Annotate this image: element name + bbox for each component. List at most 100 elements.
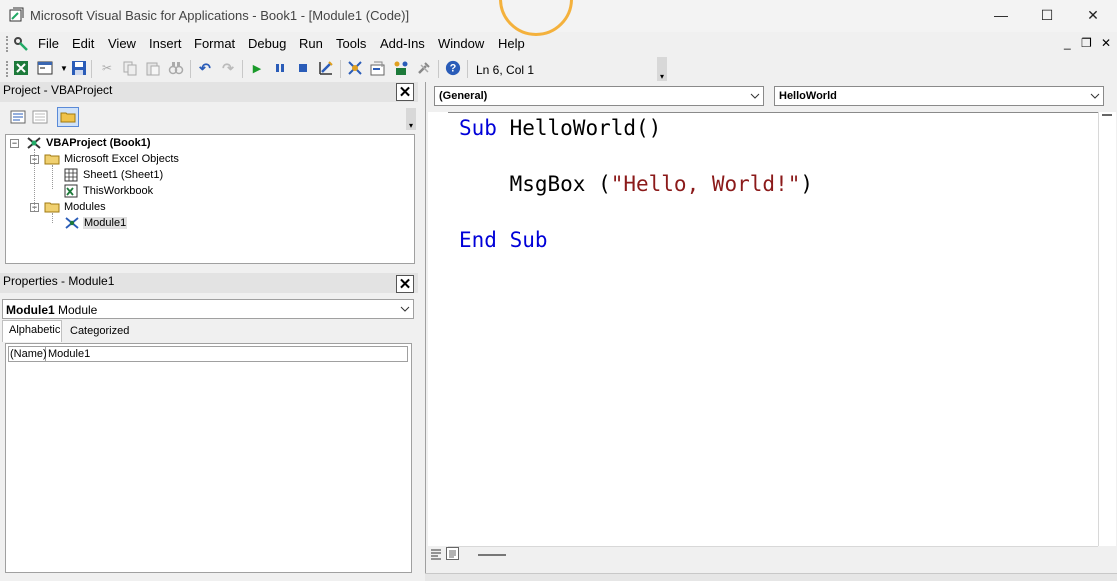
- code-editor[interactable]: Sub HelloWorld() MsgBox ("Hello, World!"…: [448, 112, 1098, 547]
- property-value-cell[interactable]: Module1: [46, 346, 408, 362]
- properties-object-select[interactable]: Module1 Module: [2, 299, 414, 319]
- horizontal-scroll-thumb[interactable]: [478, 554, 506, 556]
- tree-sheet1[interactable]: Sheet1 (Sheet1): [83, 169, 163, 181]
- menu-format[interactable]: Format: [194, 36, 235, 51]
- project-pane-header: Project - VBAProject ✕: [0, 82, 418, 102]
- properties-pane-title: Properties - Module1: [3, 274, 115, 288]
- find-icon[interactable]: [168, 60, 184, 76]
- mdi-minimize-button[interactable]: _: [1064, 36, 1071, 50]
- full-module-view-icon[interactable]: [446, 547, 459, 560]
- code-horizontal-scrollbar[interactable]: [448, 546, 1098, 564]
- cut-icon[interactable]: ✂: [99, 60, 115, 76]
- procedure-combo-value: HelloWorld: [779, 90, 837, 102]
- code-vertical-scrollbar[interactable]: [1098, 112, 1116, 546]
- code-line-5: End Sub: [459, 228, 548, 252]
- collapse-icon[interactable]: −: [10, 139, 19, 148]
- tab-alphabetic-label: Alphabetic: [9, 324, 61, 336]
- property-value: Module1: [48, 348, 91, 360]
- break-icon[interactable]: [272, 60, 288, 76]
- mdi-restore-button[interactable]: ❐: [1081, 36, 1092, 50]
- vbaproject-icon: [26, 136, 42, 150]
- msgbox-call: MsgBox (: [459, 172, 611, 196]
- help-icon[interactable]: ?: [445, 60, 461, 76]
- menu-debug[interactable]: Debug: [248, 36, 286, 51]
- standard-toolbar: ▼ ✂ ↶ ↷ ▶ ? ▾: [0, 57, 668, 81]
- procedure-combo[interactable]: HelloWorld: [774, 86, 1104, 106]
- insert-dropdown-icon[interactable]: ▼: [56, 60, 72, 76]
- object-type: Module: [58, 303, 98, 317]
- object-combo-value: (General): [439, 90, 488, 102]
- scroll-split-handle[interactable]: [1102, 114, 1112, 116]
- tree-modules[interactable]: Modules: [64, 201, 106, 213]
- menu-help[interactable]: Help: [498, 36, 525, 51]
- property-name: (Name): [10, 348, 47, 360]
- view-excel-icon[interactable]: [13, 60, 29, 76]
- menu-insert[interactable]: Insert: [149, 36, 182, 51]
- maximize-button[interactable]: ☐: [1024, 0, 1070, 30]
- toolbox-icon[interactable]: [416, 60, 432, 76]
- view-code-icon[interactable]: [10, 110, 26, 124]
- properties-close-button[interactable]: ✕: [396, 275, 414, 293]
- menu-run[interactable]: Run: [299, 36, 323, 51]
- properties-grid: (Name) Module1: [5, 343, 412, 573]
- menu-window[interactable]: Window: [438, 36, 484, 51]
- properties-window-icon[interactable]: [370, 60, 386, 76]
- keyword-sub: Sub: [459, 116, 497, 140]
- insert-userform-icon[interactable]: [37, 60, 53, 76]
- toolbar-separator: [438, 60, 439, 78]
- view-object-icon[interactable]: [32, 110, 48, 124]
- reset-icon[interactable]: [295, 60, 311, 76]
- module-icon: [64, 216, 80, 230]
- object-name: Module1: [6, 303, 55, 317]
- tab-categorized-label: Categorized: [70, 325, 130, 337]
- mdi-close-button[interactable]: ✕: [1101, 36, 1111, 50]
- run-icon[interactable]: ▶: [249, 60, 265, 76]
- folder-icon: [44, 201, 60, 213]
- code-margin-indicator-bar[interactable]: [428, 112, 449, 546]
- toolbar-separator: [467, 60, 468, 78]
- menu-file[interactable]: File: [38, 36, 59, 51]
- save-icon[interactable]: [71, 60, 87, 76]
- menu-tools[interactable]: Tools: [336, 36, 366, 51]
- undo-icon[interactable]: ↶: [197, 60, 213, 76]
- tab-alphabetic[interactable]: Alphabetic: [2, 320, 62, 342]
- tree-connector: [34, 149, 35, 211]
- tab-categorized[interactable]: Categorized: [64, 321, 134, 341]
- code-line-1: Sub HelloWorld(): [459, 116, 661, 140]
- toggle-folders-icon[interactable]: [57, 107, 79, 127]
- tree-thisworkbook[interactable]: ThisWorkbook: [83, 185, 153, 197]
- project-toolbar-overflow-icon[interactable]: ▾: [406, 108, 416, 130]
- project-explorer-icon[interactable]: [347, 60, 363, 76]
- copy-icon[interactable]: [122, 60, 138, 76]
- workbook-icon: [64, 184, 78, 198]
- project-toolbar: ▾: [0, 104, 418, 132]
- chevron-down-icon: [1089, 90, 1101, 102]
- object-browser-icon[interactable]: [393, 60, 409, 76]
- tree-vbaproject[interactable]: VBAProject (Book1): [46, 137, 151, 149]
- menu-view[interactable]: View: [108, 36, 136, 51]
- toolbar-separator: [91, 60, 92, 78]
- menu-bar: File Edit View Insert Format Debug Run T…: [0, 32, 640, 56]
- property-name-cell[interactable]: (Name): [8, 346, 47, 362]
- tree-module1[interactable]: Module1: [83, 217, 128, 229]
- redo-icon[interactable]: ↷: [220, 60, 236, 76]
- project-pane-title: Project - VBAProject: [3, 83, 113, 97]
- design-mode-icon[interactable]: [318, 60, 334, 76]
- chevron-down-icon: [399, 303, 411, 315]
- chevron-down-icon: [749, 90, 761, 102]
- menu-add-ins[interactable]: Add-Ins: [380, 36, 425, 51]
- svg-text:?: ?: [450, 63, 457, 75]
- vba-menu-icon[interactable]: [12, 35, 30, 53]
- tree-excel-objects[interactable]: Microsoft Excel Objects: [64, 153, 179, 165]
- object-combo[interactable]: (General): [434, 86, 764, 106]
- menubar-grip-icon: [6, 36, 11, 52]
- sub-name: HelloWorld(): [496, 116, 662, 140]
- paste-icon[interactable]: [145, 60, 161, 76]
- procedure-view-icon[interactable]: [430, 548, 442, 560]
- minimize-button[interactable]: —: [978, 0, 1024, 30]
- menu-edit[interactable]: Edit: [72, 36, 94, 51]
- toolbar-grip-icon: [6, 61, 11, 77]
- project-close-button[interactable]: ✕: [396, 83, 414, 101]
- toolbar-overflow-icon[interactable]: ▾: [657, 57, 667, 81]
- close-button[interactable]: ✕: [1070, 0, 1116, 30]
